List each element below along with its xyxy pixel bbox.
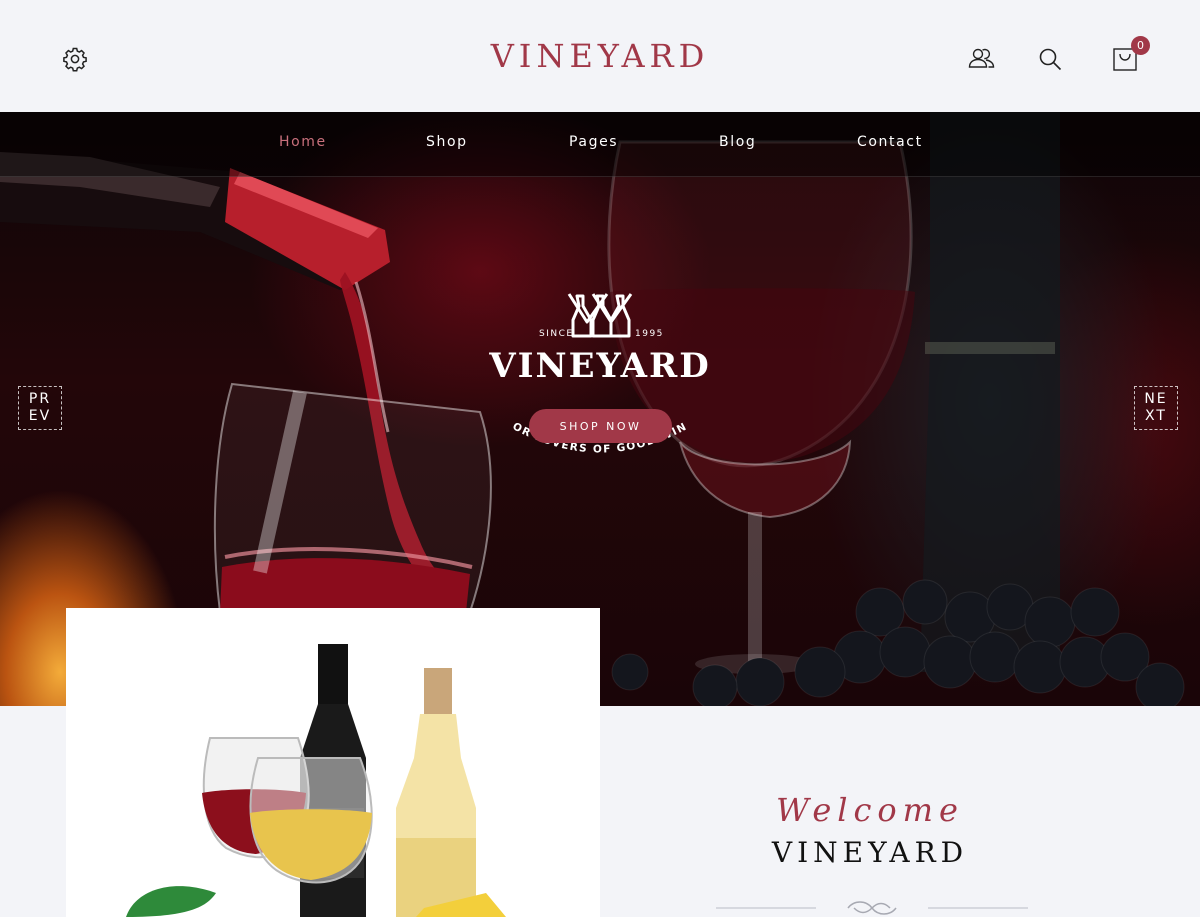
shop-now-button[interactable]: SHOP NOW <box>529 409 672 443</box>
next-label-top: NE <box>1144 391 1168 407</box>
search-icon[interactable] <box>1037 46 1063 72</box>
since-year: 1995 <box>635 329 664 339</box>
nav-item-pages[interactable]: Pages <box>569 134 618 150</box>
ornament-divider <box>716 901 1028 915</box>
bottles-logo-icon <box>567 293 633 338</box>
users-icon[interactable] <box>967 46 997 72</box>
next-slide-button[interactable]: NE XT <box>1134 386 1178 430</box>
main-nav: Home Shop Pages Blog Contact <box>0 112 1200 177</box>
since-label: SINCE <box>539 329 574 339</box>
welcome-script-heading: Welcome <box>776 791 964 829</box>
prev-label-bottom: EV <box>28 408 52 424</box>
nav-item-blog[interactable]: Blog <box>719 134 756 150</box>
cart-count-badge: 0 <box>1131 36 1150 55</box>
nav-item-shop[interactable]: Shop <box>426 134 468 150</box>
wine-bottles-image <box>126 644 506 917</box>
prev-label-top: PR <box>28 391 52 407</box>
site-logo[interactable]: VINEYARD <box>0 36 1200 76</box>
next-label-bottom: XT <box>1145 408 1167 424</box>
site-header: VINEYARD 0 <box>0 0 1200 112</box>
nav-item-contact[interactable]: Contact <box>857 134 923 150</box>
nav-item-home[interactable]: Home <box>279 134 327 150</box>
welcome-title: VINEYARD <box>771 836 969 869</box>
hero-title: VINEYARD <box>489 346 711 386</box>
wine-product-image <box>66 608 600 917</box>
welcome-section: Welcome VINEYARD <box>640 790 1100 870</box>
prev-slide-button[interactable]: PR EV <box>18 386 62 430</box>
